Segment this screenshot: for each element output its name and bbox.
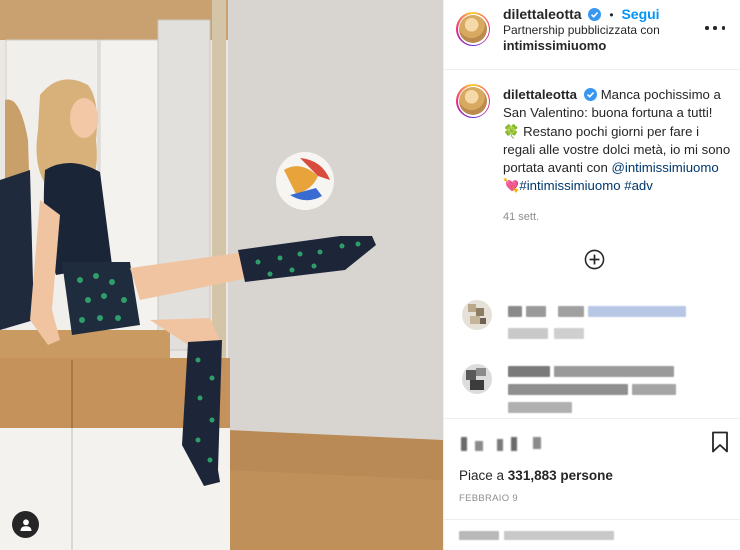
user-icon: [20, 518, 31, 531]
heart-arrow-emoji: 💘: [503, 178, 520, 194]
caption-username[interactable]: dilettaleotta: [503, 87, 577, 102]
more-options-icon[interactable]: [705, 21, 725, 35]
comment-item: [444, 362, 740, 420]
caption-text: dilettaleotta Manca pochissimo a San Val…: [503, 86, 731, 196]
post-photo[interactable]: [0, 0, 443, 550]
clover-emoji: 🍀: [503, 123, 520, 139]
plus-circle-icon[interactable]: [584, 249, 605, 270]
commenter-avatar[interactable]: [462, 364, 492, 394]
caption-time: 41 sett.: [503, 211, 540, 223]
likes-count[interactable]: Piace a 331,883 persone: [459, 468, 613, 483]
separator-dot: •: [609, 8, 614, 22]
caption-author-avatar[interactable]: [456, 84, 490, 118]
partnership-label: Partnership pubblicizzata con: [503, 23, 660, 37]
bookmark-icon[interactable]: [711, 431, 729, 453]
post-date: FEBBRAIO 9: [459, 493, 518, 504]
author-line: dilettaleotta • Segui: [503, 6, 660, 22]
follow-button[interactable]: Segui: [621, 6, 659, 22]
likes-suffix: persone: [560, 468, 613, 483]
comment-item: [444, 300, 740, 350]
instagram-post-modal: dilettaleotta • Segui Partnership pubbli…: [0, 0, 740, 550]
post-header: dilettaleotta • Segui Partnership pubbli…: [444, 0, 740, 70]
caption-hashtag[interactable]: #adv: [624, 178, 653, 193]
caption-hashtag[interactable]: #intimissimiuomo: [519, 178, 620, 193]
likes-prefix: Piace a: [459, 468, 505, 483]
commenter-avatar[interactable]: [462, 300, 492, 330]
action-icons: [459, 431, 729, 455]
post-actions: Piace a 331,883 persone FEBBRAIO 9: [444, 418, 740, 550]
likes-number: 331,883: [507, 468, 557, 483]
partner-username[interactable]: intimissimiuomo: [503, 38, 606, 53]
post-side-panel: dilettaleotta • Segui Partnership pubbli…: [443, 0, 740, 550]
photo-illustration: [0, 0, 443, 550]
comment-input-bar[interactable]: [444, 519, 740, 550]
tagged-user-button[interactable]: [12, 511, 39, 538]
author-username[interactable]: dilettaleotta: [503, 6, 582, 22]
like-comment-share-icons[interactable]: [459, 435, 551, 453]
verified-badge-icon: [588, 8, 602, 21]
author-avatar[interactable]: [456, 12, 490, 46]
caption-mention[interactable]: @intimissimiuomo: [612, 160, 719, 175]
verified-badge-icon: [584, 88, 598, 101]
